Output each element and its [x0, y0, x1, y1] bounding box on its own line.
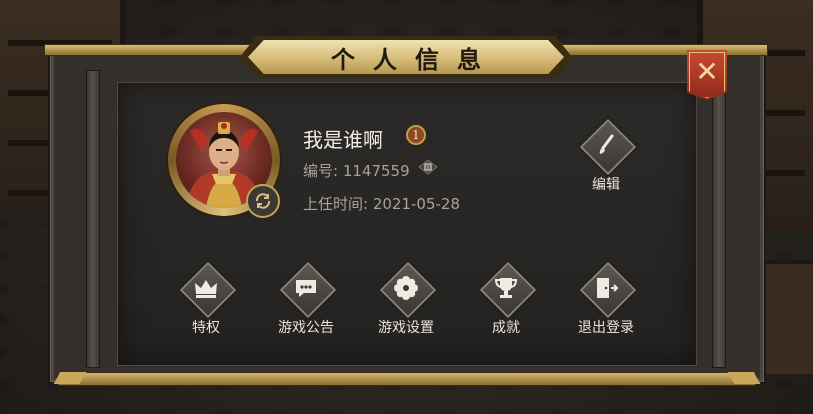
- settings-button[interactable]: 游戏设置: [371, 261, 441, 337]
- achievement-label: 成就: [492, 320, 520, 336]
- announcement-label: 游戏公告: [278, 320, 334, 336]
- edit-label: 编辑: [592, 177, 620, 193]
- gear-icon: [379, 261, 433, 315]
- privilege-button[interactable]: 特权: [171, 261, 241, 337]
- player-id: 编号: 1147559: [303, 162, 410, 180]
- edit-button[interactable]: 编辑: [571, 118, 641, 194]
- refresh-icon: [255, 193, 271, 209]
- edit-diamond: [579, 118, 637, 176]
- logout-icon: [579, 261, 633, 315]
- frame-bottom-bar: [58, 372, 756, 386]
- frame-rail-left: [86, 70, 100, 368]
- chat-icon: [279, 261, 333, 315]
- announcement-button[interactable]: 游戏公告: [271, 261, 341, 337]
- frame-rail-right: [712, 70, 726, 368]
- player-name: 我是谁啊: [303, 128, 383, 152]
- copy-id-button[interactable]: [418, 159, 438, 175]
- crown-icon: [179, 261, 233, 315]
- logout-label: 退出登录: [578, 320, 634, 336]
- swap-avatar-button[interactable]: [246, 184, 280, 218]
- trophy-icon: [479, 261, 533, 315]
- close-icon: ✕: [695, 55, 719, 88]
- settings-label: 游戏设置: [378, 320, 434, 336]
- logout-button[interactable]: 退出登录: [571, 261, 641, 337]
- close-button[interactable]: ✕: [687, 50, 727, 100]
- achievement-button[interactable]: 成就: [471, 261, 541, 337]
- copy-icon: [418, 159, 438, 175]
- title-plate: 个人信息: [248, 40, 564, 74]
- appointment-date: 上任时间: 2021-05-28: [303, 195, 460, 213]
- privilege-label: 特权: [192, 320, 220, 336]
- rank-badge: 1: [406, 125, 426, 145]
- dialog-title: 个人信息: [331, 44, 499, 74]
- brush-icon: [579, 118, 633, 172]
